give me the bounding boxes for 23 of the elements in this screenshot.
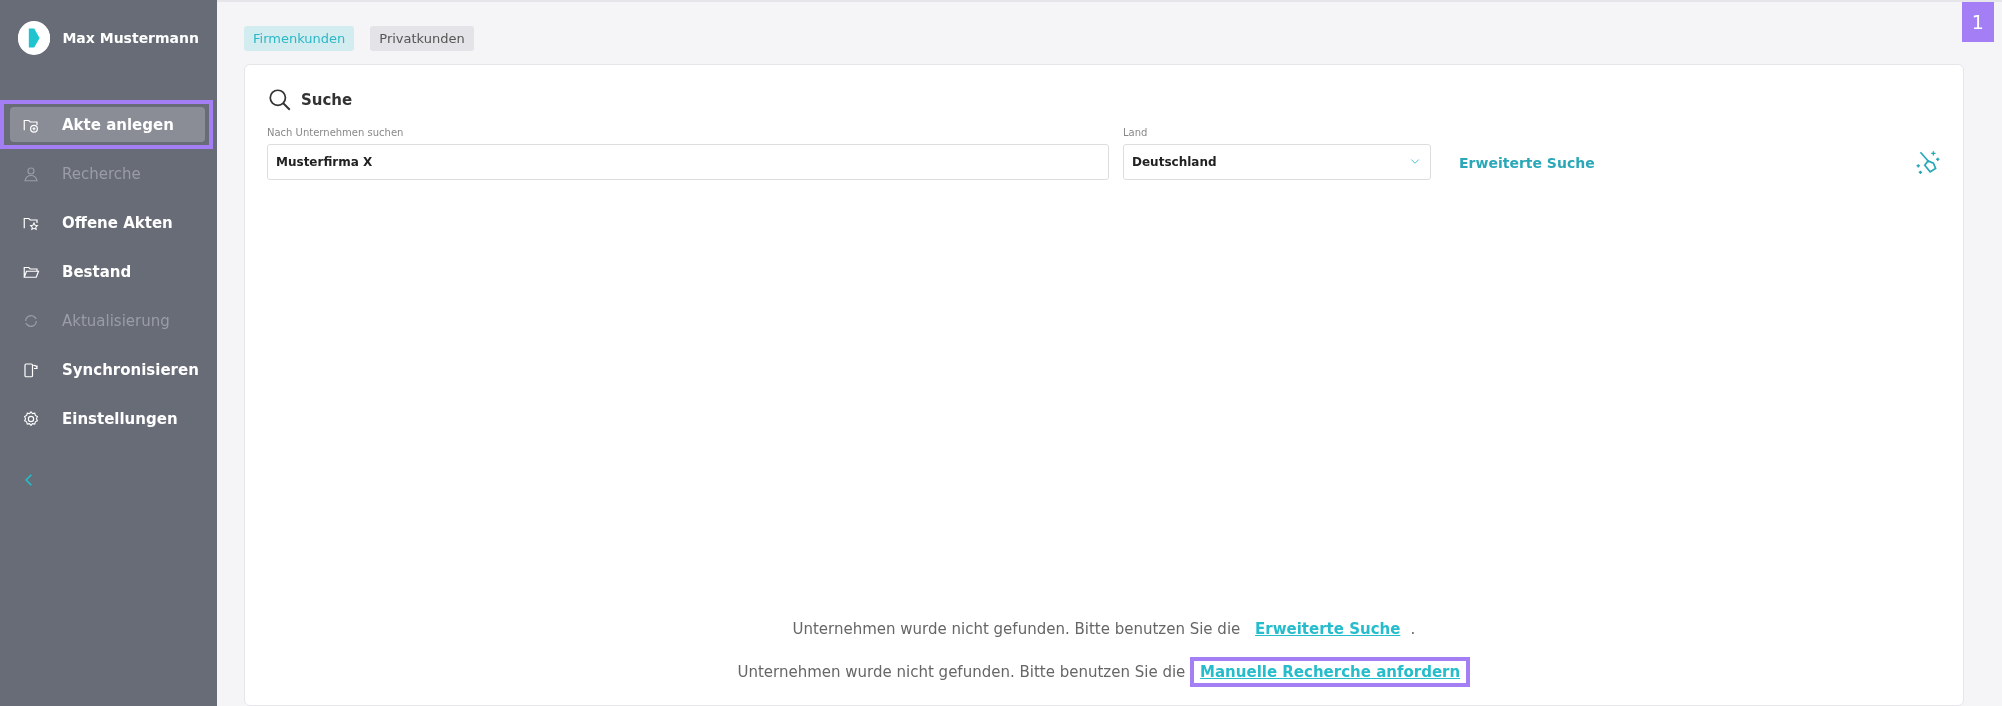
not-found-message: Unternehmen wurde nicht gefunden. Bitte benutzen Sie die Manuelle Recherche anfordern [737,657,1471,687]
not-found-message: Unternehmen wurde nicht gefunden. Bitte benutzen Sie die Erweiterte Suche . [792,617,1416,642]
sidebar-item[interactable]: Einstellungen [10,401,205,436]
sidebar-item[interactable]: Offene Akten [10,205,205,240]
field-label: Land [1123,127,1149,138]
company-search-field[interactable]: Musterfirma X [267,144,1109,180]
country-dropdown[interactable]: Deutschland [1123,144,1431,180]
chevron-down-icon [1408,157,1422,167]
broom-icon[interactable] [1914,149,1941,175]
tab[interactable]: Privatkunden [370,26,474,51]
search-icon [267,87,293,113]
user-name: Max Mustermann [62,30,199,46]
section-title: Suche [301,91,353,109]
sidebar-item[interactable]: Akte anlegen [10,107,205,142]
advanced-search-link[interactable]: Erweiterte Suche [1459,155,1595,171]
sidebar-item[interactable]: Bestand [10,254,205,289]
logo-icon [18,21,51,55]
phone-sync-icon [22,360,40,379]
settings-icon [22,409,40,428]
sidebar-item[interactable]: Synchronisieren [10,352,211,387]
step-badge: 1 [1961,2,1994,42]
person-icon [22,164,40,183]
field-label: Nach Unternehmen suchen [267,127,405,138]
